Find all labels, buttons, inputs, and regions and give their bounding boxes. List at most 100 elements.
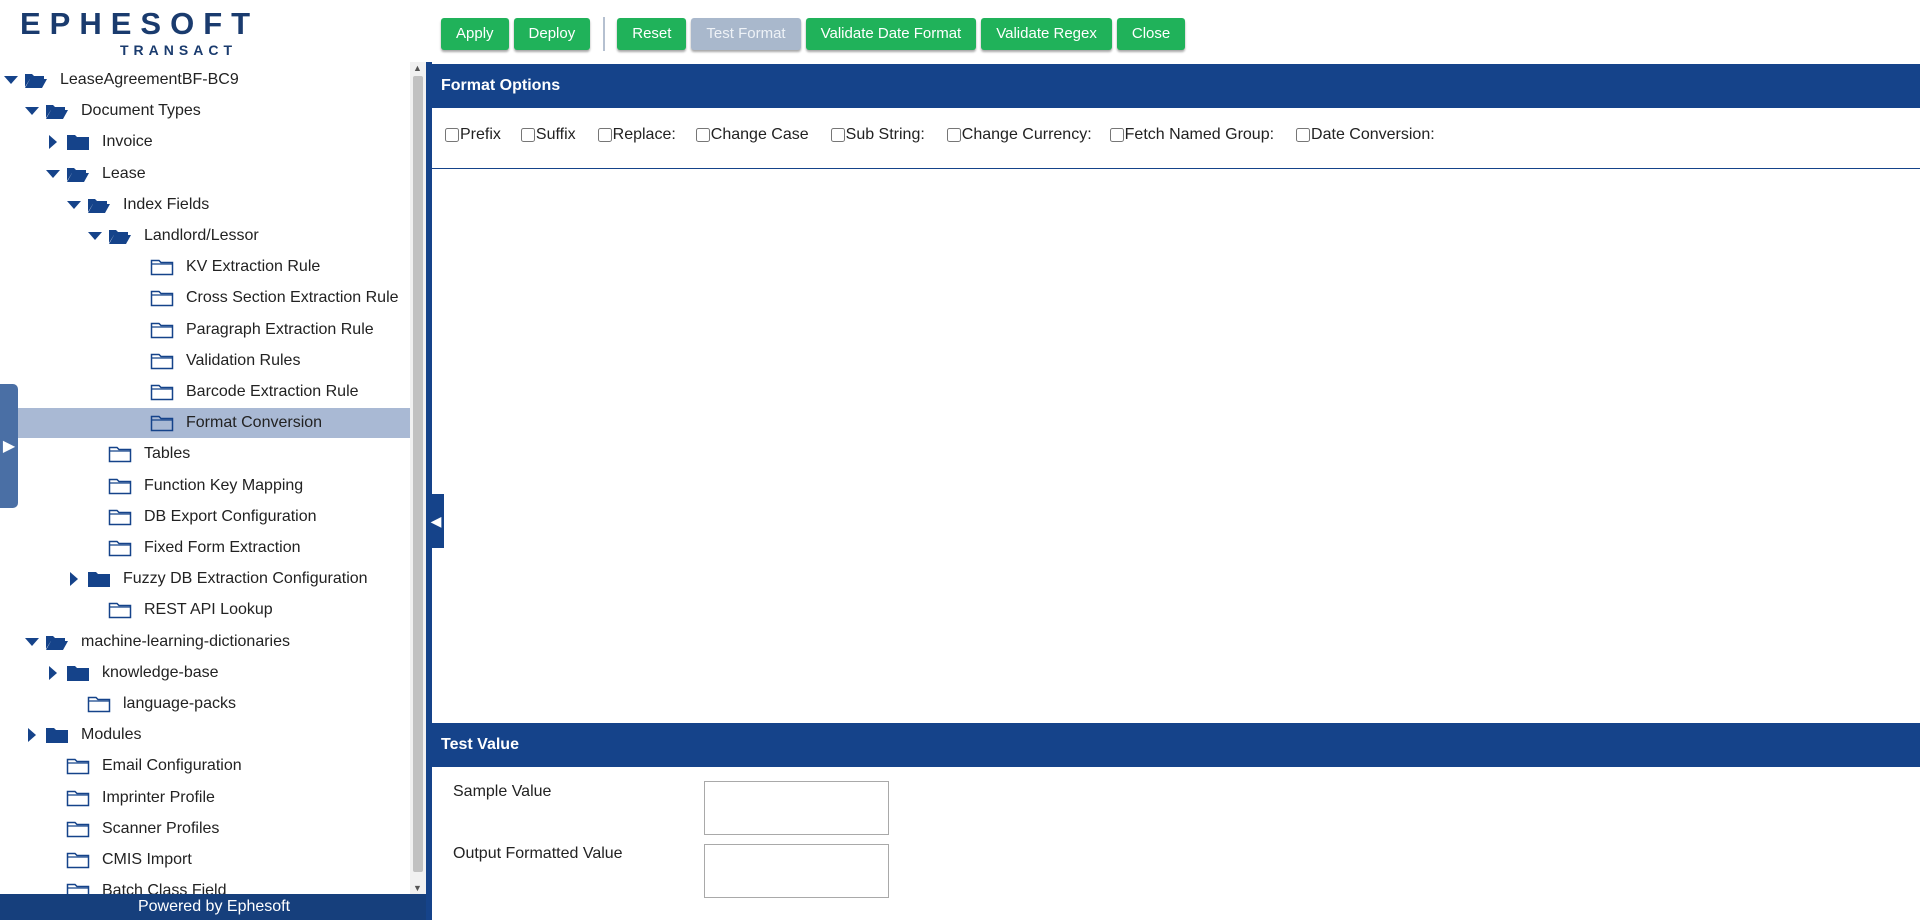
tree-node-label: KV Extraction Rule: [186, 258, 321, 276]
footer-text: Powered by Ephesoft: [137, 898, 291, 915]
format-option-checkbox[interactable]: [1109, 128, 1124, 142]
tree-node[interactable]: Scanner Profiles: [0, 814, 410, 844]
caret-down-icon[interactable]: [88, 229, 102, 243]
expand-sidebar-toggle[interactable]: ▶: [0, 384, 18, 508]
tree-node[interactable]: Landlord/Lessor: [0, 221, 410, 251]
folder-outline-icon: [108, 477, 132, 495]
caret-right-icon[interactable]: [46, 665, 60, 680]
validate-regex-button[interactable]: Validate Regex: [981, 17, 1112, 50]
caret-down-icon[interactable]: [67, 198, 81, 212]
output-formatted-value-label: Output Formatted Value: [453, 845, 623, 862]
tree-node[interactable]: CMIS Import: [0, 845, 410, 875]
folder-outline-icon: [108, 508, 132, 526]
tree-node-label: Email Configuration: [102, 757, 242, 775]
format-option[interactable]: Sub String:: [830, 126, 925, 144]
caret-right-icon[interactable]: [25, 728, 39, 743]
caret-spacer: [46, 884, 60, 894]
format-option[interactable]: Replace:: [597, 126, 676, 144]
folder-outline-icon: [150, 289, 174, 307]
output-formatted-value-field[interactable]: [704, 844, 889, 898]
scroll-down-icon[interactable]: ▼: [413, 883, 422, 893]
collapse-panel-toggle[interactable]: ◀: [428, 494, 444, 548]
folder-outline-icon: [66, 851, 90, 869]
tree-node[interactable]: Imprinter Profile: [0, 783, 410, 813]
format-option[interactable]: Prefix: [445, 126, 501, 144]
caret-spacer: [130, 354, 144, 368]
tree-node[interactable]: Batch Class Field: [0, 876, 410, 894]
test-format-button[interactable]: Test Format: [691, 17, 801, 50]
caret-down-icon[interactable]: [4, 73, 18, 87]
caret-spacer: [88, 447, 102, 461]
format-option-checkbox[interactable]: [695, 128, 710, 142]
format-option-checkbox[interactable]: [520, 128, 535, 142]
caret-down-icon[interactable]: [25, 104, 39, 118]
deploy-button[interactable]: Deploy: [513, 17, 591, 50]
sample-value-label: Sample Value: [453, 783, 552, 800]
tree-node[interactable]: KV Extraction Rule: [0, 252, 410, 282]
tree-node[interactable]: Invoice: [0, 127, 410, 157]
tree-node[interactable]: LeaseAgreementBF-BC9: [0, 65, 410, 95]
format-option[interactable]: Date Conversion:: [1296, 126, 1435, 144]
tree-node-label: Lease: [102, 164, 146, 182]
tree-node[interactable]: Modules: [0, 720, 410, 750]
validate-date-format-button[interactable]: Validate Date Format: [805, 17, 977, 50]
scroll-up-icon[interactable]: ▲: [413, 63, 422, 73]
format-option-checkbox[interactable]: [597, 128, 612, 142]
tree-node[interactable]: language-packs: [0, 689, 410, 719]
apply-button[interactable]: Apply: [441, 17, 509, 50]
tree-node[interactable]: Function Key Mapping: [0, 471, 410, 501]
ephesoft-logo: EPHESOFT TRANSACT: [20, 6, 250, 58]
reset-button[interactable]: Reset: [617, 17, 687, 50]
tree-node[interactable]: Document Types: [0, 96, 410, 126]
tree-node-label: Cross Section Extraction Rule: [186, 289, 399, 307]
caret-spacer: [130, 291, 144, 305]
tree-node-label: Index Fields: [123, 195, 210, 213]
sample-value-input[interactable]: [704, 781, 889, 835]
tree-node-label: Barcode Extraction Rule: [186, 383, 359, 400]
tree-scrollbar[interactable]: ▲ ▼: [410, 62, 426, 894]
tree-node-label: Paragraph Extraction Rule: [186, 320, 374, 338]
close-button[interactable]: Close: [1116, 17, 1186, 50]
format-option[interactable]: Fetch Named Group:: [1109, 126, 1274, 144]
format-option-checkbox[interactable]: [946, 128, 961, 142]
format-option-checkbox[interactable]: [445, 128, 459, 142]
tree-node[interactable]: DB Export Configuration: [0, 502, 410, 532]
tree-node[interactable]: Lease: [0, 159, 410, 189]
tree-node-label: LeaseAgreementBF-BC9: [60, 71, 239, 88]
caret-spacer: [46, 822, 60, 836]
folder-outline-icon: [66, 757, 90, 775]
tree-node[interactable]: Index Fields: [0, 190, 410, 220]
caret-right-icon[interactable]: [46, 135, 60, 150]
tree-node[interactable]: Format Conversion: [0, 408, 410, 439]
tree-node[interactable]: Barcode Extraction Rule: [0, 377, 410, 407]
tree-node-label: machine-learning-dictionaries: [81, 632, 290, 650]
caret-down-icon[interactable]: [46, 167, 60, 181]
caret-down-icon[interactable]: [25, 635, 39, 649]
tree-node[interactable]: Email Configuration: [0, 751, 410, 781]
format-option[interactable]: Change Currency:: [946, 126, 1092, 144]
caret-spacer: [130, 416, 144, 430]
format-option-checkbox[interactable]: [1296, 128, 1311, 142]
scrollbar-thumb[interactable]: [413, 76, 423, 872]
caret-right-icon[interactable]: [67, 572, 81, 587]
tree-node[interactable]: Cross Section Extraction Rule: [0, 283, 410, 313]
tree-node[interactable]: Fuzzy DB Extraction Configuration: [0, 564, 410, 594]
format-options-row: Prefix Suffix Replace: Change Case Sub Strin…: [445, 126, 1435, 144]
tree-node[interactable]: Tables: [0, 439, 410, 469]
format-option[interactable]: Suffix: [520, 126, 576, 144]
expand-right-icon: ▶: [2, 438, 16, 455]
tree-node[interactable]: REST API Lookup: [0, 595, 410, 625]
tree-node[interactable]: machine-learning-dictionaries: [0, 627, 410, 657]
tree-node-label: Modules: [81, 726, 142, 744]
tree-node[interactable]: knowledge-base: [0, 658, 410, 688]
tree-node-label: Batch Class Field: [102, 882, 227, 894]
tree-node[interactable]: Paragraph Extraction Rule: [0, 315, 410, 345]
tree-node-label: REST API Lookup: [144, 601, 273, 619]
format-option[interactable]: Change Case: [695, 126, 809, 144]
tree-node[interactable]: Validation Rules: [0, 346, 410, 376]
tree-node[interactable]: Fixed Form Extraction: [0, 533, 410, 563]
format-option-checkbox[interactable]: [830, 128, 845, 142]
toolbar-separator: [603, 16, 606, 51]
panel-splitter[interactable]: [426, 62, 432, 920]
tree-node-label: Tables: [144, 445, 191, 463]
